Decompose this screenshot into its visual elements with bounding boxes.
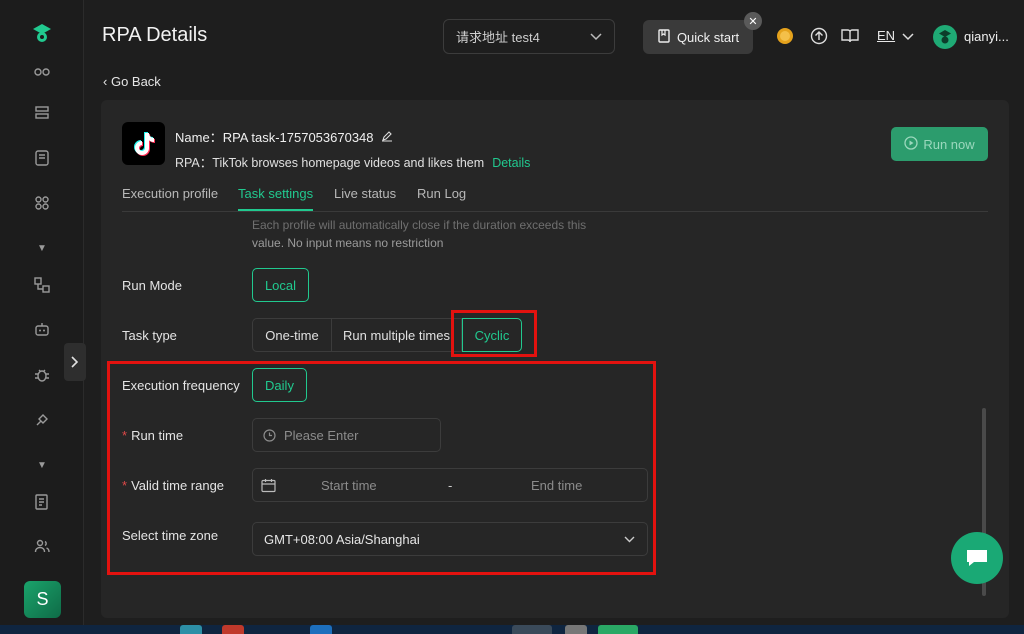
browser-profile-icon[interactable]	[32, 148, 52, 168]
members-icon[interactable]	[32, 536, 52, 556]
taskbar-app-icon[interactable]	[222, 625, 244, 634]
app-logo-icon[interactable]	[30, 22, 54, 46]
task-type-one-time[interactable]: One-time	[252, 318, 332, 352]
close-icon[interactable]: ✕	[744, 12, 762, 30]
taskbar-app-icon[interactable]	[310, 625, 332, 634]
page-title: RPA Details	[102, 24, 208, 46]
language-select[interactable]: EN	[877, 28, 895, 43]
play-circle-icon	[904, 135, 918, 153]
run-mode-local-label: Local	[264, 277, 297, 293]
quick-start-button[interactable]: Quick start	[643, 20, 753, 54]
group-list-icon[interactable]	[32, 103, 52, 123]
address-select-value: 请求地址 test4	[456, 30, 540, 45]
os-taskbar	[0, 625, 1024, 634]
edit-pencil-icon[interactable]	[381, 130, 393, 145]
tab-execution-profile[interactable]: Execution profile	[122, 186, 218, 201]
rpa-label: RPA：	[175, 156, 213, 170]
tab-task-settings[interactable]: Task settings	[238, 186, 313, 201]
billing-icon[interactable]	[32, 492, 52, 512]
taskbar-app-icon[interactable]	[598, 625, 638, 634]
workspace-avatar-letter: S	[36, 589, 49, 609]
sidebar: ▼ ▼ S	[0, 0, 84, 634]
run-mode-local-button[interactable]: Local	[252, 268, 309, 302]
details-link[interactable]: Details	[492, 156, 530, 170]
detail-tabs: Execution profile Task settings Live sta…	[122, 184, 988, 212]
apps-grid-icon[interactable]	[32, 193, 52, 213]
sidebar-expand-button[interactable]	[64, 343, 86, 381]
active-tab-indicator	[238, 209, 313, 211]
support-chat-button[interactable]	[951, 532, 1003, 584]
chevron-left-icon: ‹	[103, 74, 111, 89]
task-type-run-multiple[interactable]: Run multiple times	[332, 318, 462, 352]
top-bar: RPA Details 请求地址 test4 Quick start ✕ EN …	[84, 0, 1024, 72]
task-name-label: Name：	[175, 130, 223, 145]
caret-down-icon[interactable]: ▼	[32, 455, 52, 475]
caret-down-icon[interactable]: ▼	[32, 238, 52, 258]
duration-helper-text: Each profile will automatically close if…	[252, 218, 587, 232]
go-back-link[interactable]: ‹ Go Back	[103, 74, 161, 89]
docs-book-icon[interactable]	[840, 26, 860, 46]
upload-icon[interactable]	[809, 26, 829, 46]
address-select[interactable]: 请求地址 test4	[443, 19, 615, 54]
duration-helper-text-2: value. No input means no restriction	[252, 236, 444, 250]
run-mode-label: Run Mode	[122, 278, 182, 293]
quick-start-label: Quick start	[676, 29, 740, 45]
highlight-cyclic-settings-box	[107, 361, 656, 575]
workspace-avatar[interactable]: S	[24, 581, 61, 618]
team-icon[interactable]	[32, 62, 52, 82]
tab-live-status[interactable]: Live status	[334, 186, 396, 201]
tiktok-logo-icon	[122, 122, 165, 165]
chevron-down-icon[interactable]	[898, 27, 918, 47]
coin-icon[interactable]	[775, 26, 795, 46]
plugin-icon[interactable]	[32, 410, 52, 430]
task-name-value: RPA task-1757053670348	[222, 130, 374, 145]
run-now-label: Run now	[923, 136, 975, 152]
user-name[interactable]: qianyi...	[964, 29, 1009, 44]
taskbar-app-icon[interactable]	[565, 625, 587, 634]
proxy-icon[interactable]	[32, 275, 52, 295]
rpa-description: RPA：TikTok browses homepage videos and l…	[175, 152, 530, 171]
bug-icon[interactable]	[32, 365, 52, 385]
rpa-value: TikTok browses homepage videos and likes…	[212, 156, 485, 170]
go-back-label: Go Back	[110, 74, 161, 89]
task-name: Name：RPA task-1757053670348	[175, 127, 393, 146]
run-now-button[interactable]: Run now	[891, 127, 988, 161]
taskbar-app-icon[interactable]	[512, 625, 552, 634]
chevron-down-icon	[590, 29, 602, 44]
robot-rpa-icon[interactable]	[32, 320, 52, 340]
highlight-cyclic-box	[451, 310, 537, 357]
taskbar-app-icon[interactable]	[180, 625, 202, 634]
task-type-label: Task type	[122, 328, 177, 343]
chat-icon	[965, 548, 989, 568]
user-avatar[interactable]	[933, 25, 957, 49]
language-label: EN	[877, 28, 896, 43]
book-icon	[657, 28, 671, 46]
tab-run-log[interactable]: Run Log	[417, 186, 466, 201]
